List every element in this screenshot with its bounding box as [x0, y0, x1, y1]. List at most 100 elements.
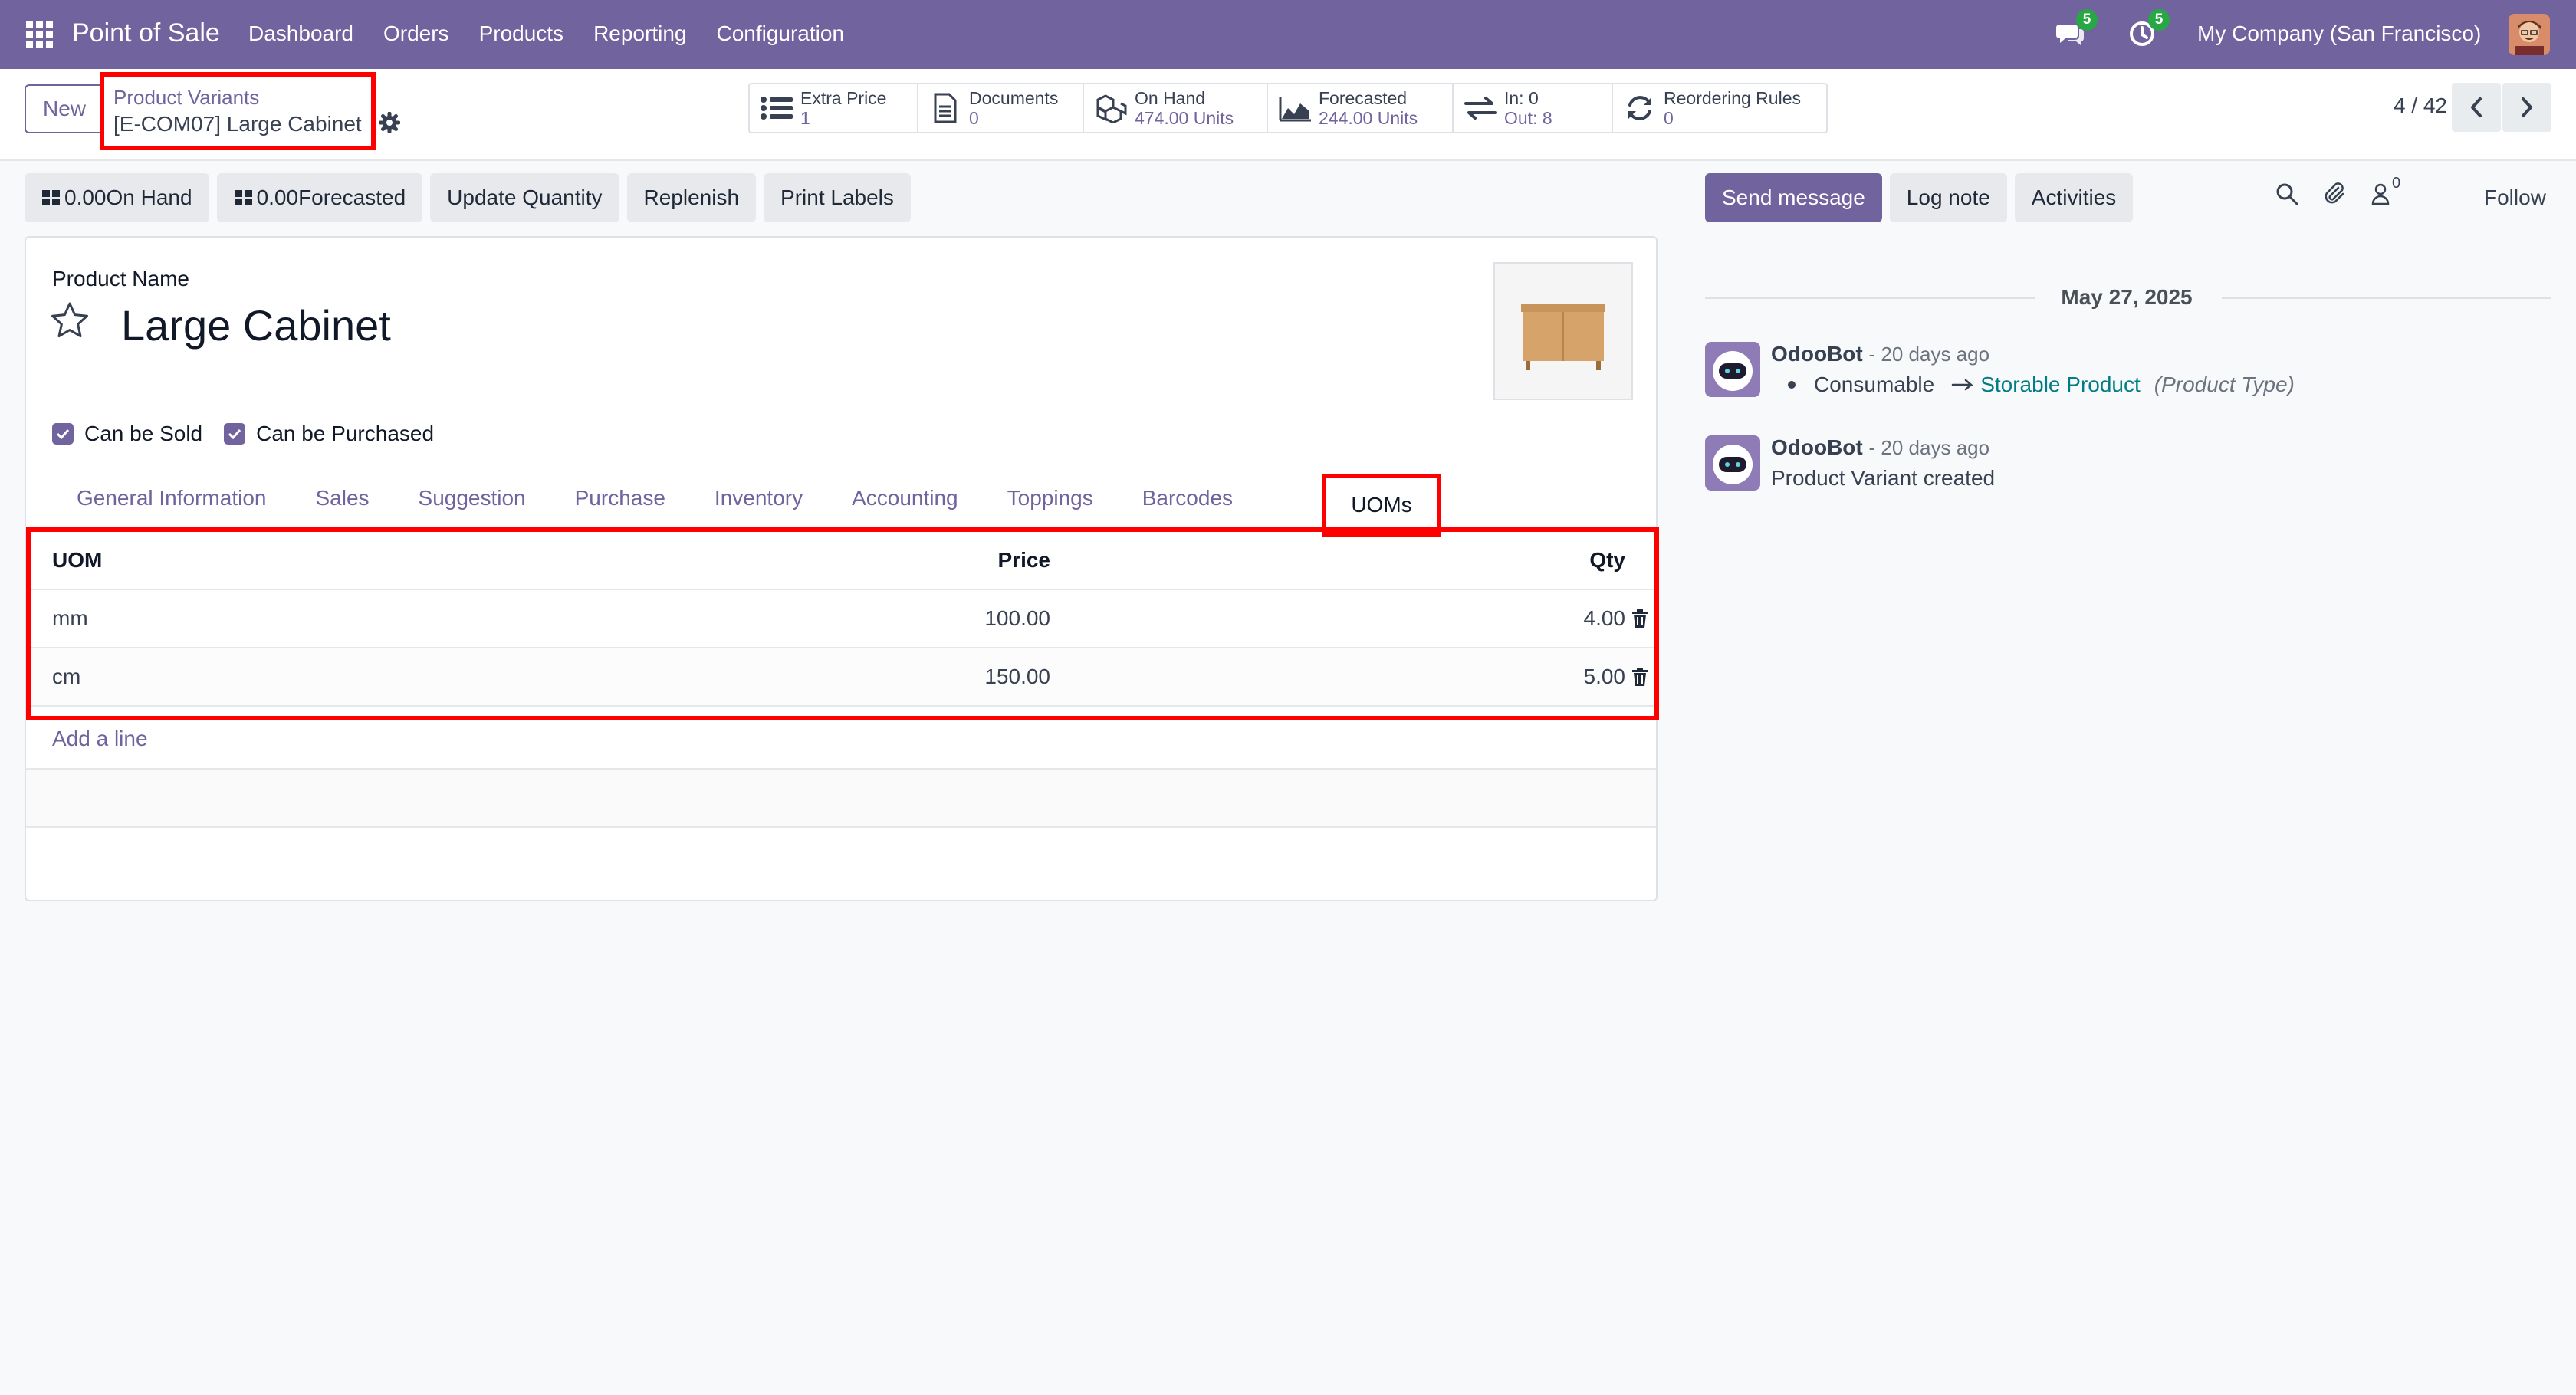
- can-be-purchased-checkbox[interactable]: Can be Purchased: [224, 422, 434, 446]
- smart-button-label: Reordering Rules: [1664, 88, 1801, 108]
- tab-purchase[interactable]: Purchase: [550, 477, 690, 520]
- log-note-button[interactable]: Log note: [1889, 173, 2007, 222]
- menu-orders[interactable]: Orders: [383, 21, 449, 46]
- trash-icon: [1632, 668, 1648, 686]
- update-quantity-button[interactable]: Update Quantity: [430, 173, 619, 222]
- cell-uom[interactable]: mm: [31, 606, 491, 631]
- smart-button-extra-price[interactable]: Extra Price 1: [750, 84, 918, 132]
- tab-suggestion[interactable]: Suggestion: [394, 477, 550, 520]
- table-row[interactable]: cm 150.00 5.00: [31, 648, 1654, 707]
- column-header-price[interactable]: Price: [491, 548, 1051, 573]
- messages-badge: 5: [2076, 9, 2098, 31]
- column-header-qty[interactable]: Qty: [1050, 548, 1625, 573]
- refresh-icon: [1628, 96, 1651, 120]
- menu-configuration[interactable]: Configuration: [716, 21, 844, 46]
- smart-button-reordering-rules[interactable]: Reordering Rules 0: [1613, 84, 1826, 132]
- on-hand-button[interactable]: 0.00On Hand: [25, 173, 209, 222]
- user-avatar-image: [2509, 14, 2550, 55]
- cell-price[interactable]: 150.00: [491, 665, 1050, 689]
- arrow-right-icon: [1951, 379, 1974, 391]
- breadcrumb-current: [E-COM07] Large Cabinet: [113, 112, 362, 136]
- odoobot-avatar[interactable]: [1705, 435, 1760, 491]
- smart-buttons: Extra Price 1 Documents 0 On Hand 474.00 Un…: [748, 83, 1828, 133]
- smart-button-documents[interactable]: Documents 0: [918, 84, 1084, 132]
- tab-barcodes[interactable]: Barcodes: [1118, 477, 1257, 520]
- paperclip-icon[interactable]: [2321, 181, 2348, 207]
- chevron-right-icon: [2522, 97, 2532, 117]
- breadcrumb-parent[interactable]: Product Variants: [113, 86, 259, 110]
- forecasted-button[interactable]: 0.00Forecasted: [216, 173, 423, 222]
- cell-uom[interactable]: cm: [31, 665, 491, 689]
- company-switcher[interactable]: My Company (San Francisco): [2197, 21, 2481, 46]
- menu-dashboard[interactable]: Dashboard: [248, 21, 353, 46]
- column-header-uom[interactable]: UOM: [31, 548, 491, 573]
- pager-value[interactable]: 4 / 42: [2394, 94, 2447, 118]
- print-labels-button[interactable]: Print Labels: [764, 173, 911, 222]
- product-name-field[interactable]: Large Cabinet: [121, 300, 391, 350]
- smart-button-forecasted[interactable]: Forecasted 244.00 Units: [1268, 84, 1454, 132]
- separator-line: [1705, 297, 2035, 299]
- new-button[interactable]: New: [25, 84, 104, 133]
- author-name[interactable]: OdooBot: [1771, 342, 1863, 366]
- smart-button-label: On Hand: [1135, 88, 1206, 108]
- menu-reporting[interactable]: Reporting: [593, 21, 686, 46]
- tab-accounting[interactable]: Accounting: [827, 477, 983, 520]
- delete-row-button[interactable]: [1625, 609, 1654, 629]
- activity-menu[interactable]: 5: [2127, 9, 2170, 49]
- message-author[interactable]: OdooBot - 20 days ago: [1771, 435, 1990, 460]
- tab-general-information[interactable]: General Information: [26, 477, 291, 520]
- smart-button-value: 244.00 Units: [1319, 108, 1418, 128]
- field-description: (Product Type): [2154, 373, 2295, 396]
- odoobot-avatar[interactable]: [1705, 342, 1760, 397]
- list-icon: [761, 97, 793, 120]
- forecasted-label: 0.00Forecasted: [256, 185, 406, 209]
- tab-inventory[interactable]: Inventory: [690, 477, 827, 520]
- smart-button-value: 474.00 Units: [1135, 108, 1234, 128]
- exchange-icon: [1464, 97, 1497, 120]
- activities-button[interactable]: Activities: [2014, 173, 2134, 222]
- smart-button-label: Extra Price: [800, 88, 887, 108]
- form-statusbar: 0.00On Hand 0.00Forecasted Update Quanti…: [25, 173, 911, 222]
- chatter-message: OdooBot - 20 days ago Product Variant cr…: [1705, 435, 2548, 497]
- menu-products[interactable]: Products: [479, 21, 564, 46]
- smart-button-label: Forecasted: [1319, 88, 1408, 108]
- apps-menu-icon[interactable]: [26, 21, 54, 48]
- add-line-link[interactable]: Add a line: [52, 727, 148, 751]
- product-image[interactable]: [1493, 262, 1633, 400]
- product-name-label: Product Name: [52, 267, 189, 290]
- gear-icon[interactable]: [379, 112, 400, 133]
- messaging-menu[interactable]: 5: [2055, 9, 2098, 49]
- table-row[interactable]: mm 100.00 4.00: [31, 590, 1654, 648]
- search-icon[interactable]: [2274, 181, 2300, 207]
- empty-table-row: [26, 826, 1656, 885]
- followers-button[interactable]: 0: [2369, 175, 2400, 207]
- pager-previous-button[interactable]: [2452, 83, 2501, 132]
- user-avatar[interactable]: [2509, 14, 2550, 55]
- on-hand-label: 0.00On Hand: [64, 185, 192, 209]
- form-sheet: Product Name Large Cabinet Can be Sold C…: [25, 236, 1659, 901]
- can-be-sold-checkbox[interactable]: Can be Sold: [52, 422, 202, 446]
- trash-icon: [1632, 609, 1648, 628]
- send-message-button[interactable]: Send message: [1705, 173, 1882, 222]
- cell-qty[interactable]: 5.00: [1050, 665, 1626, 689]
- delete-row-button[interactable]: [1625, 667, 1654, 687]
- smart-button-in-out[interactable]: In: 0 Out: 8: [1454, 84, 1613, 132]
- smart-button-on-hand[interactable]: On Hand 474.00 Units: [1084, 84, 1268, 132]
- smart-button-value: 0: [969, 108, 979, 128]
- tab-sales[interactable]: Sales: [291, 477, 393, 520]
- cell-qty[interactable]: 4.00: [1050, 606, 1626, 631]
- activities-badge: 5: [2148, 9, 2170, 31]
- smart-button-value: Out: 8: [1504, 108, 1552, 128]
- smart-button-label: Documents: [969, 88, 1059, 108]
- replenish-button[interactable]: Replenish: [626, 173, 757, 222]
- empty-table-row: [26, 768, 1656, 826]
- pager-next-button[interactable]: [2502, 83, 2551, 132]
- tab-toppings[interactable]: Toppings: [983, 477, 1118, 520]
- app-name[interactable]: Point of Sale: [72, 18, 220, 48]
- message-author[interactable]: OdooBot - 20 days ago: [1771, 342, 1990, 366]
- cell-price[interactable]: 100.00: [491, 606, 1050, 631]
- author-name[interactable]: OdooBot: [1771, 435, 1863, 459]
- uom-table: UOM Price Qty mm 100.00 4.00 cm 150.00 5…: [31, 532, 1654, 707]
- star-icon[interactable]: [49, 300, 90, 342]
- follow-button[interactable]: Follow: [2484, 185, 2546, 210]
